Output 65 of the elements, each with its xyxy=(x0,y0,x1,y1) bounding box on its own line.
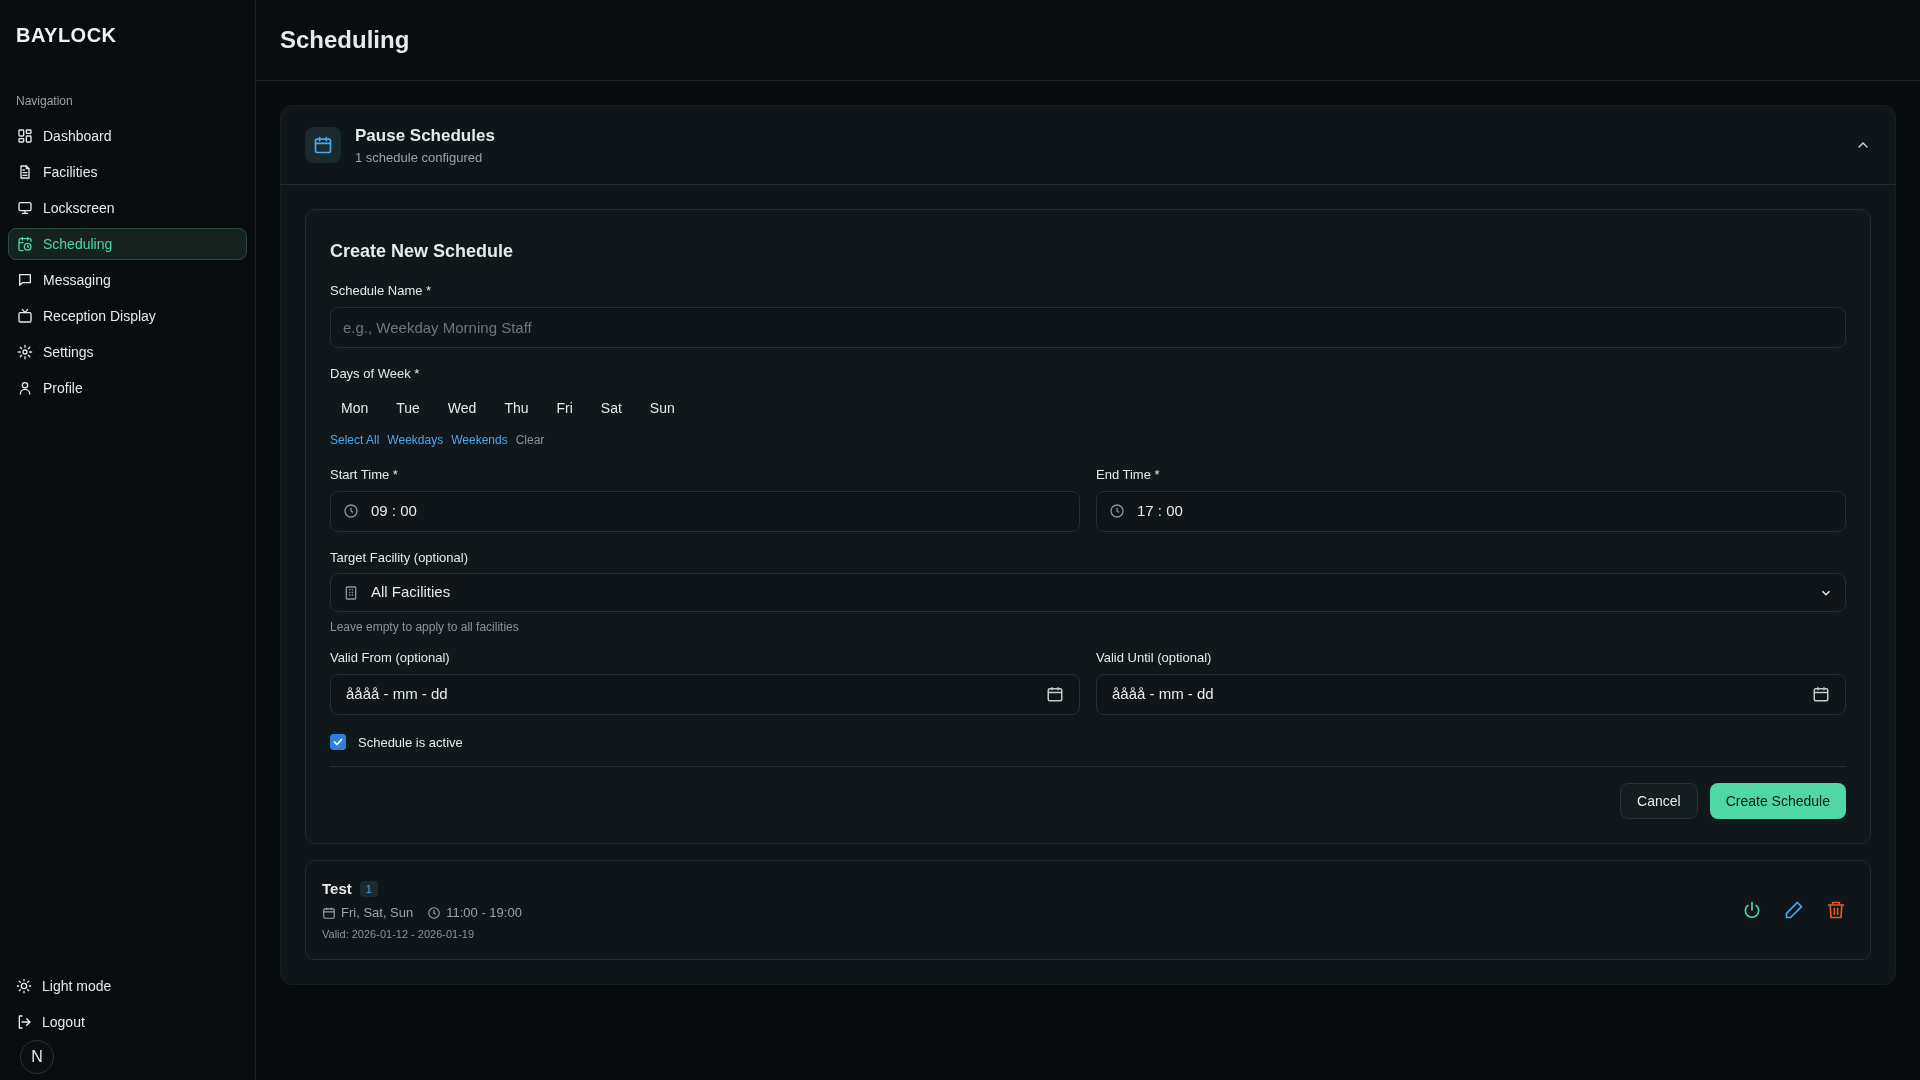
calendar-clock-icon xyxy=(17,236,33,252)
nav-item[interactable]: Reception Display xyxy=(8,300,247,332)
clear-link[interactable]: Clear xyxy=(515,431,545,449)
delete-icon[interactable] xyxy=(1826,900,1846,920)
chat-icon xyxy=(17,272,33,288)
section-label: Navigation xyxy=(16,94,73,108)
field-label: Target Facility (optional) xyxy=(330,548,469,567)
field-hint: Leave empty to apply to all facilities xyxy=(330,619,520,636)
logout-icon xyxy=(16,1014,32,1030)
clock-icon xyxy=(427,906,442,920)
nav-item[interactable]: Lockscreen xyxy=(8,192,247,224)
field-label: End Time * xyxy=(1096,466,1161,484)
date-field[interactable]: åååå - mm - dd xyxy=(1096,673,1846,715)
field-label: Valid Until (optional) xyxy=(1096,649,1213,667)
field-label: Start Time * xyxy=(330,466,399,484)
panel-subtitle: 1 schedule configured xyxy=(355,149,484,167)
quick-select-link[interactable]: Weekdays xyxy=(387,431,444,449)
validity-range: Valid: 2026-01-12 - 2026-01-19 xyxy=(322,926,476,942)
power-icon[interactable] xyxy=(1742,900,1762,920)
form-title: Create New Schedule xyxy=(330,240,515,263)
edit-icon[interactable] xyxy=(1784,900,1804,920)
app-logo: BAYLOCK xyxy=(16,24,117,46)
calendar-icon[interactable] xyxy=(1046,685,1064,703)
panel-title: Pause Schedules xyxy=(355,124,495,147)
active-checkbox[interactable] xyxy=(330,734,346,751)
monitor-icon xyxy=(17,200,33,216)
field-label: Days of Week * xyxy=(330,364,421,383)
clock-icon xyxy=(1109,503,1125,519)
end-time-field[interactable]: 17 : 00 xyxy=(1096,490,1846,532)
quick-select-link[interactable]: Weekends xyxy=(451,431,508,449)
sun-icon xyxy=(16,978,32,994)
calendar-icon xyxy=(322,906,336,920)
cancel-button[interactable]: Cancel xyxy=(1620,783,1698,819)
checkbox-label: Schedule is active xyxy=(358,733,463,752)
settings-icon xyxy=(17,344,33,360)
nav-item[interactable]: Facilities xyxy=(8,156,247,188)
theme-toggle[interactable]: Light mode xyxy=(8,970,247,1002)
calendar-icon xyxy=(305,127,341,163)
user-icon xyxy=(17,380,33,396)
start-time-field[interactable]: 09 : 00 xyxy=(330,490,1080,532)
tv-icon xyxy=(17,308,33,324)
schedule-time: 11:00 - 19:00 xyxy=(446,904,522,923)
count-badge: 1 xyxy=(359,880,378,898)
date-field[interactable]: åååå - mm - dd xyxy=(330,673,1080,715)
logout-link[interactable]: Logout xyxy=(8,1006,247,1038)
nav-item[interactable]: Dashboard xyxy=(8,120,247,152)
nav-item[interactable]: Scheduling xyxy=(8,228,247,260)
building-icon xyxy=(343,584,359,601)
nav-item[interactable]: Messaging xyxy=(8,264,247,296)
create-schedule-button[interactable]: Create Schedule xyxy=(1709,783,1846,819)
quick-select-link[interactable]: Select All xyxy=(330,431,380,449)
nav-item[interactable]: Profile xyxy=(8,372,247,404)
nav-item[interactable]: Settings xyxy=(8,336,247,368)
calendar-icon[interactable] xyxy=(1812,685,1830,703)
clock-icon xyxy=(343,503,359,519)
schedule-name: Test xyxy=(322,878,352,899)
dashboard-icon xyxy=(17,128,33,144)
field-label: Schedule Name * xyxy=(330,282,433,300)
schedule-days: Fri, Sat, Sun xyxy=(341,903,414,923)
dev-badge[interactable]: N xyxy=(20,1040,54,1074)
page-title: Scheduling xyxy=(280,25,410,55)
field-label: Valid From (optional) xyxy=(330,649,451,667)
document-icon xyxy=(17,164,33,180)
schedule-name-field[interactable]: e.g., Weekday Morning Staff xyxy=(330,306,1846,348)
facility-select[interactable]: All Facilities xyxy=(330,573,1846,612)
